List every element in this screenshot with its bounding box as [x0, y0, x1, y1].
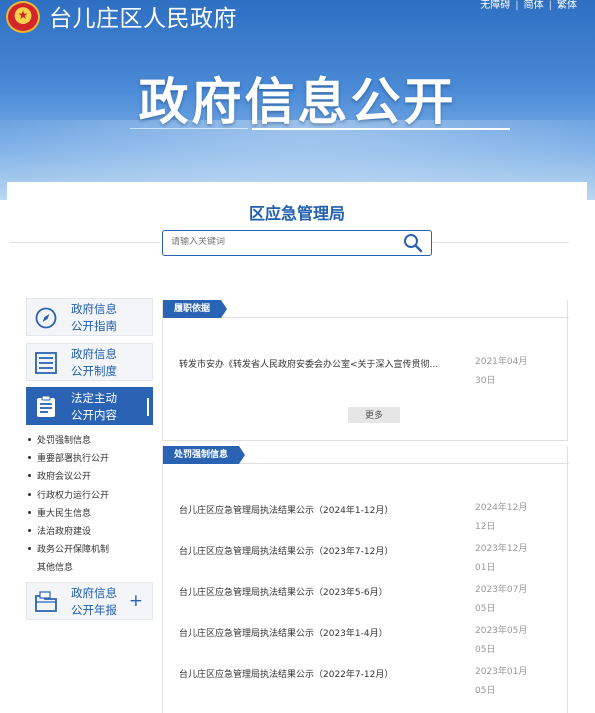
sidebar-item-disclosure-guide[interactable]: 政府信息 公开指南 — [26, 298, 153, 336]
site-name[interactable]: 台儿庄区人民政府 — [49, 0, 237, 33]
national-emblem-icon: ★ — [6, 1, 40, 33]
sidebar-item-label: 政府信息 公开指南 — [71, 302, 117, 333]
sidebar-subitem[interactable]: 政府会议公开 — [27, 468, 152, 486]
bullet-icon — [28, 492, 31, 496]
sidebar-subitem[interactable]: 政务公开保障机制 — [27, 541, 152, 559]
sidebar-item-label: 政府信息 公开制度 — [71, 347, 117, 378]
panel-header: 处罚强制信息 — [163, 446, 569, 464]
accessibility-link[interactable]: 无障碍 — [480, 0, 510, 11]
item-date: 2021年04月 30日 — [475, 357, 528, 386]
divider-left — [10, 242, 160, 243]
folder-icon — [35, 591, 57, 612]
item-title[interactable]: 转发市安办《转发省人民政府安委会办公室<关于深入宣传贯彻... — [179, 357, 461, 370]
panel-duty-basis: 履职依据 转发市安办《转发省人民政府安委会办公室<关于深入宣传贯彻... 202… — [162, 300, 569, 441]
sidebar-subitem[interactable]: 法治政府建设 — [27, 523, 152, 541]
panel-penalty-info: 处罚强制信息 台儿庄区应急管理局执法结果公示（2024年1-12月） 2024年… — [162, 446, 569, 713]
search-input[interactable] — [171, 237, 401, 247]
top-links: 无障碍 | 简体 | 繁体 — [480, 0, 577, 11]
item-date: 2023年01月 05日 — [475, 667, 528, 696]
link-separator: | — [515, 0, 519, 11]
title-underline-left — [130, 128, 248, 129]
item-title[interactable]: 台儿庄区应急管理局执法结果公示（2022年7-12月） — [179, 667, 461, 680]
sidebar-subitem[interactable]: 处罚强制信息 — [27, 432, 152, 450]
sidebar-item-label: 政府信息 公开年报 — [71, 586, 117, 617]
item-title[interactable]: 台儿庄区应急管理局执法结果公示（2023年1-4月） — [179, 626, 461, 639]
panel-header: 履职依据 — [163, 300, 569, 318]
sidebar-subitem[interactable]: 重大民生信息 — [27, 505, 152, 523]
sidebar-subitem[interactable]: 重要部署执行公开 — [27, 450, 152, 468]
item-date: 2023年12月 01日 — [475, 544, 528, 573]
bullet-icon — [28, 474, 31, 478]
bullet-icon — [28, 510, 31, 514]
sidebar-item-annual-report[interactable]: 政府信息 公开年报 + — [26, 582, 153, 620]
sidebar-item-label: 法定主动 公开内容 — [71, 391, 117, 422]
sidebar-item-disclosure-system[interactable]: 政府信息 公开制度 — [26, 343, 153, 381]
panel-tag: 处罚强制信息 — [163, 446, 246, 464]
sidebar-sublist: 处罚强制信息 重要部署执行公开 政府会议公开 行政权力运行公开 重大民生信息 法… — [27, 432, 152, 578]
link-separator: | — [548, 0, 552, 11]
panel-tag: 履职依据 — [163, 300, 228, 318]
main-content: 区应急管理局 政府信息公开指南 政府信息公开制度 — [7, 182, 587, 713]
bullet-icon — [28, 529, 31, 533]
search-icon[interactable] — [403, 233, 423, 253]
bullet-icon — [28, 438, 31, 441]
org-title: 区应急管理局 — [248, 204, 345, 223]
compass-icon — [35, 307, 57, 329]
item-date: 2024年12月 12日 — [475, 503, 528, 532]
banner-title: 政府信息公开 — [138, 73, 457, 131]
divider-right — [433, 242, 569, 243]
simplified-chinese-link[interactable]: 简体 — [524, 0, 544, 11]
sidebar-item-statutory-disclosure[interactable]: 法定主动 公开内容 — [26, 387, 153, 425]
collapse-bar-icon[interactable] — [147, 398, 149, 416]
search-box — [162, 230, 432, 256]
item-title[interactable]: 台儿庄区应急管理局执法结果公示（2023年7-12月） — [179, 544, 461, 557]
sidebar-subitem[interactable]: 其他信息 — [27, 559, 152, 577]
sidebar-subitem[interactable]: 行政权力运行公开 — [27, 487, 152, 505]
bullet-icon — [28, 456, 31, 460]
expand-plus-icon[interactable]: + — [129, 591, 143, 611]
list-document-icon — [35, 352, 57, 374]
header-banner: ★ 台儿庄区人民政府 无障碍 | 简体 | 繁体 政府信息公开 — [0, 0, 595, 200]
title-underline — [252, 128, 510, 130]
bullet-icon — [28, 547, 31, 551]
item-title[interactable]: 台儿庄区应急管理局执法结果公示（2023年5-6月） — [179, 585, 461, 598]
item-title[interactable]: 台儿庄区应急管理局执法结果公示（2024年1-12月） — [179, 503, 461, 516]
item-date: 2023年07月 05日 — [475, 585, 528, 614]
more-button[interactable]: 更多 — [348, 407, 400, 423]
traditional-chinese-link[interactable]: 繁体 — [557, 0, 577, 11]
clipboard-icon — [37, 396, 55, 417]
item-date: 2023年05月 05日 — [475, 626, 528, 655]
